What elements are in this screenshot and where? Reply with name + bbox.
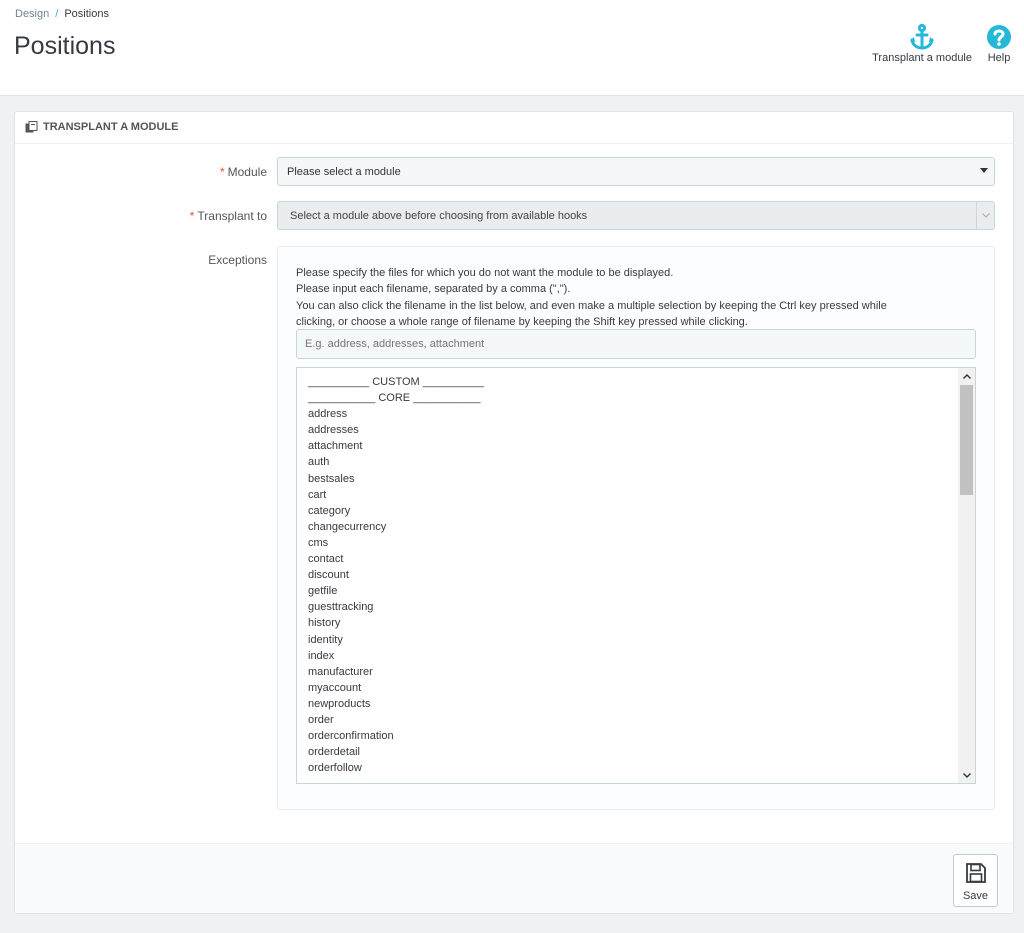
transplant-to-label: * Transplant to <box>190 209 267 223</box>
scroll-up-icon[interactable] <box>958 368 975 384</box>
help-label: Help <box>987 52 1011 64</box>
list-item[interactable]: order <box>308 712 484 728</box>
list-item[interactable]: ___________ CORE ___________ <box>308 390 484 406</box>
list-item[interactable]: changecurrency <box>308 519 484 535</box>
list-item[interactable]: history <box>308 615 484 631</box>
transplant-module-panel: TRANSPLANT A MODULE * Module Please selec… <box>14 111 1014 914</box>
list-item[interactable]: newproducts <box>308 696 484 712</box>
page-title: Positions <box>14 32 116 60</box>
required-marker: * <box>189 209 195 223</box>
list-item[interactable]: auth <box>308 454 484 470</box>
breadcrumb-separator: / <box>55 8 59 20</box>
list-item[interactable]: addresses <box>308 422 484 438</box>
save-label: Save <box>962 890 989 902</box>
panel-heading-title: TRANSPLANT A MODULE <box>43 121 179 133</box>
transplant-module-button[interactable]: Transplant a module <box>872 22 972 64</box>
list-item[interactable]: getfile <box>308 583 484 599</box>
list-item[interactable]: category <box>308 503 484 519</box>
exceptions-well: Please specify the files for which you d… <box>277 246 995 810</box>
exceptions-file-list: __________ CUSTOM __________ ___________ … <box>308 374 484 776</box>
panel-footer: Save <box>15 843 1013 913</box>
scroll-down-icon[interactable] <box>958 767 975 783</box>
panel-heading: TRANSPLANT A MODULE <box>15 112 1013 144</box>
list-item[interactable]: orderdetail <box>308 744 484 760</box>
list-item[interactable]: identity <box>308 632 484 648</box>
list-item[interactable]: index <box>308 648 484 664</box>
chevron-down-icon <box>980 168 988 173</box>
transplant-module-label: Transplant a module <box>872 52 972 64</box>
transplant-to-label-text: Transplant to <box>197 209 267 223</box>
help-button[interactable]: Help <box>986 22 1012 64</box>
module-select[interactable]: Please select a module <box>277 157 995 186</box>
help-line: Please input each filename, separated by… <box>296 283 571 296</box>
floppy-disk-icon <box>965 862 987 887</box>
breadcrumb-current: Positions <box>64 8 109 20</box>
list-item[interactable]: manufacturer <box>308 664 484 680</box>
transplant-to-select-value: Select a module above before choosing fr… <box>290 210 588 222</box>
list-item[interactable]: contact <box>308 551 484 567</box>
anchor-icon <box>908 22 936 52</box>
question-circle-icon <box>986 22 1012 52</box>
list-item[interactable]: orderconfirmation <box>308 728 484 744</box>
listbox-scrollbar[interactable] <box>958 368 975 783</box>
exceptions-label: Exceptions <box>208 253 267 267</box>
breadcrumb: Design / Positions <box>15 8 109 20</box>
exceptions-help-text: Please specify the files for which you d… <box>296 265 976 330</box>
page-toolbar: Transplant a module Help <box>872 22 1012 64</box>
module-label-text: Module <box>227 165 267 179</box>
list-item[interactable]: cart <box>308 487 484 503</box>
help-line: You can also click the filename in the l… <box>296 299 887 312</box>
page-header: Design / Positions Positions Transplant a … <box>0 0 1024 96</box>
list-item[interactable]: address <box>308 406 484 422</box>
module-label: * Module <box>220 165 267 179</box>
module-select-value: Please select a module <box>287 166 401 178</box>
list-item[interactable]: orderfollow <box>308 760 484 776</box>
list-item[interactable]: myaccount <box>308 680 484 696</box>
help-line: Please specify the files for which you d… <box>296 267 674 279</box>
list-item[interactable]: bestsales <box>308 471 484 487</box>
copy-icon <box>25 121 38 136</box>
list-item[interactable]: attachment <box>308 438 484 454</box>
list-item[interactable]: guesttracking <box>308 599 484 615</box>
exceptions-file-listbox[interactable]: __________ CUSTOM __________ ___________ … <box>296 367 976 784</box>
save-button[interactable]: Save <box>953 854 998 907</box>
breadcrumb-design-link[interactable]: Design <box>15 8 49 20</box>
scrollbar-thumb[interactable] <box>960 385 973 495</box>
transplant-to-select[interactable]: Select a module above before choosing fr… <box>277 201 995 230</box>
exceptions-input[interactable] <box>296 329 976 359</box>
required-marker: * <box>219 165 225 179</box>
chevron-down-icon <box>976 202 994 229</box>
list-item[interactable]: __________ CUSTOM __________ <box>308 374 484 390</box>
list-item[interactable]: cms <box>308 535 484 551</box>
list-item[interactable]: discount <box>308 567 484 583</box>
help-line: clicking, or choose a whole range of fil… <box>296 315 748 328</box>
